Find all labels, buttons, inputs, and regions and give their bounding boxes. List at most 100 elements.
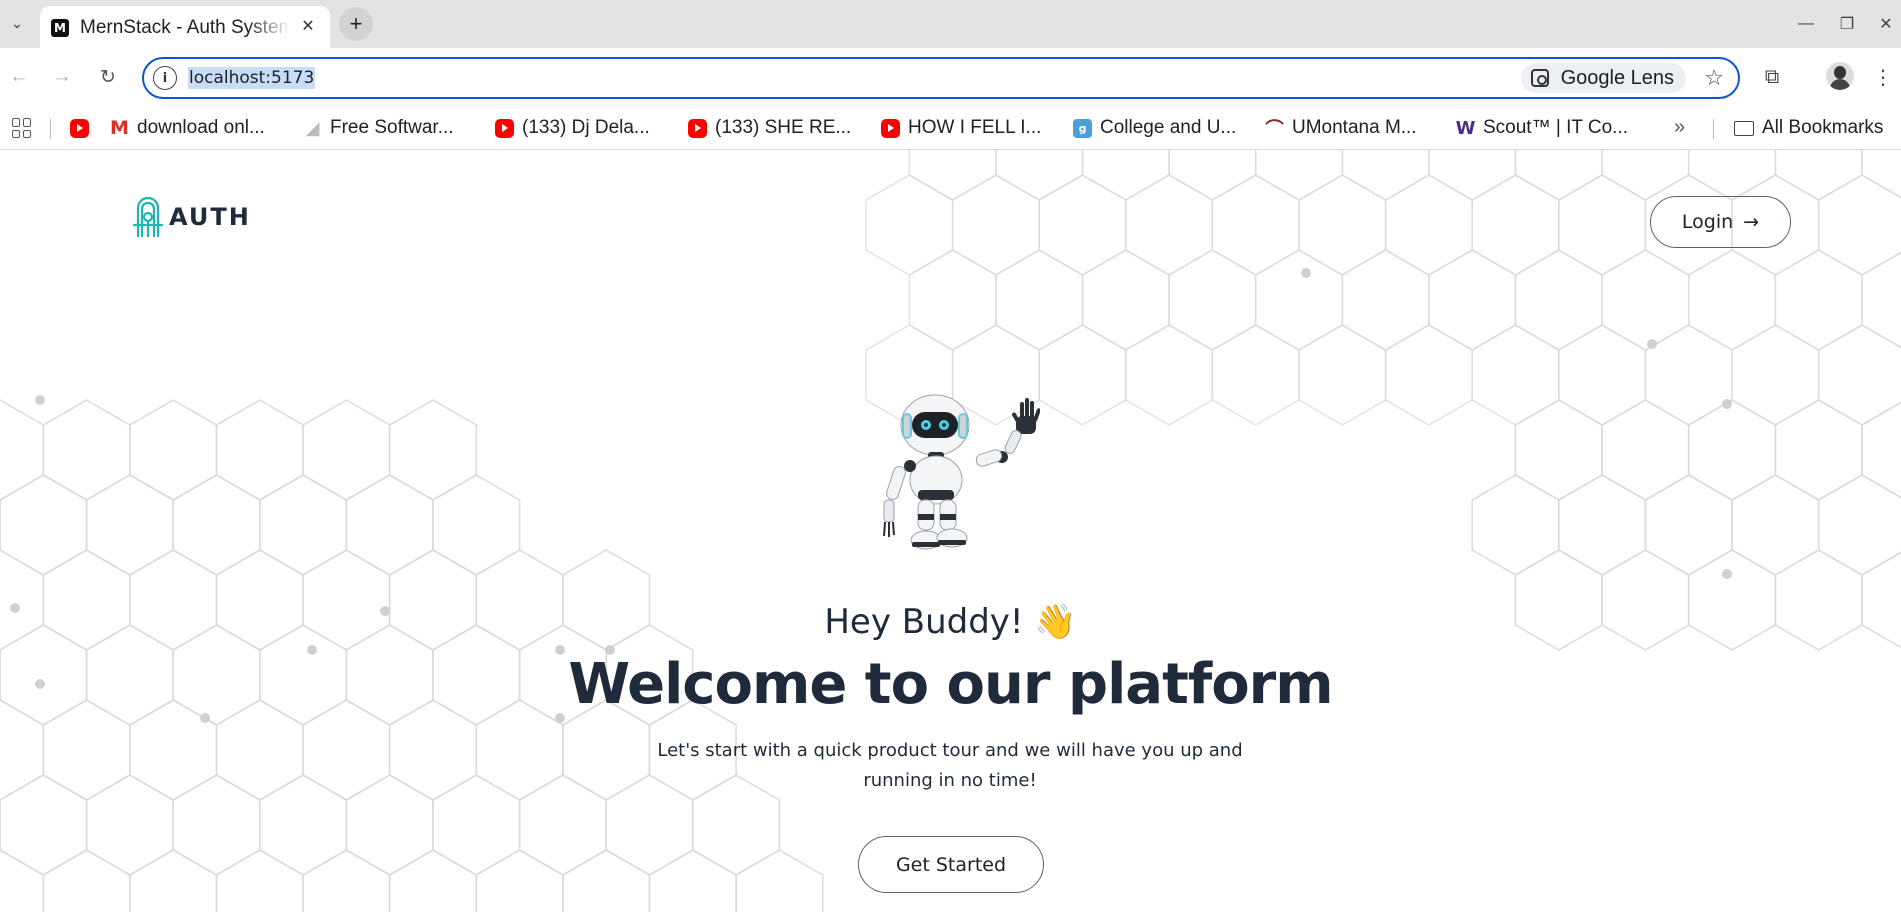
bookmark-scout[interactable]: W Scout™ | IT Co... (1456, 114, 1628, 142)
bookmark-how-i-fell[interactable]: HOW I FELL I... (881, 114, 1041, 142)
hexagon-shape (1861, 251, 1901, 349)
hexagon-shape (258, 474, 348, 576)
hexagon-shape (1254, 150, 1344, 201)
hexagon-shape (1774, 150, 1863, 201)
hexagon-shape (215, 849, 304, 912)
hexagon-shape (1687, 249, 1777, 351)
tab-title: MernStack - Auth System (80, 17, 290, 38)
hexagon-shape (1644, 324, 1733, 426)
hexagon-shape (865, 174, 954, 276)
url-text[interactable]: localhost:5173 (188, 67, 316, 89)
bookmark-free-software[interactable]: ◢ Free Softwar... (303, 114, 454, 142)
bookmark-star-icon[interactable]: ☆ (1704, 65, 1724, 91)
hexagon-shape (908, 150, 997, 201)
hexagon-shape (172, 474, 261, 576)
new-tab-button[interactable]: + (339, 7, 373, 41)
extensions-icon[interactable]: ⧉ (1757, 62, 1787, 92)
hexagon-shape (42, 399, 131, 501)
close-window-icon[interactable]: ✕ (1874, 12, 1898, 36)
more-bookmarks-chevron-icon[interactable]: » (1674, 116, 1685, 139)
fingerprint-lock-icon (133, 196, 163, 238)
hexagon-shape (1254, 249, 1344, 351)
hexagon-shape (1298, 324, 1387, 426)
hexagon-shape (1384, 324, 1473, 426)
hexagon-shape (475, 849, 564, 912)
forward-icon[interactable]: → (48, 63, 76, 91)
bookmark-she-re[interactable]: (133) SHE RE... (688, 114, 851, 142)
hero-description: Let's start with a quick product tour an… (657, 740, 1243, 791)
m-icon: M (110, 117, 129, 139)
all-bookmarks-button[interactable]: All Bookmarks (1734, 114, 1883, 142)
hexagon-shape (1774, 249, 1863, 351)
hexagon-shape (1038, 174, 1127, 276)
bookmarks-divider (1713, 119, 1714, 139)
more-menu-icon[interactable]: ⋮ (1868, 62, 1898, 92)
all-bookmarks-label: All Bookmarks (1762, 117, 1884, 138)
back-icon[interactable]: ← (5, 63, 33, 91)
google-lens-label: Google Lens (1560, 66, 1674, 89)
get-started-button[interactable]: Get Started (858, 836, 1044, 893)
apps-grid-icon[interactable] (12, 118, 32, 138)
hexagon-shape (388, 849, 478, 912)
tab-search-chevron-icon[interactable]: ⌄ (6, 12, 28, 34)
bookmark-label: Free Softwar... (330, 117, 454, 138)
tab-strip: ⌄ M MernStack - Auth System ✕ + — ❐ ✕ (0, 0, 1901, 48)
hexagon-shape (215, 399, 304, 501)
hexagon-shape (432, 774, 521, 876)
bookmarks-divider (50, 119, 51, 139)
hexagon-shape (995, 150, 1084, 201)
restore-icon[interactable]: ❐ (1835, 12, 1859, 36)
hexagon-shape (129, 849, 218, 912)
bookmark-umontana[interactable]: ⌒ UMontana M... (1265, 114, 1417, 142)
hexagon-shape (1558, 324, 1647, 426)
hexagon-shape (388, 399, 478, 501)
waving-robot-illustration (883, 394, 1040, 550)
hexagon-node (1722, 569, 1732, 579)
bookmark-download[interactable]: M download onl... (110, 114, 265, 142)
hexagon-shape (1514, 249, 1603, 351)
hexagon-shape (1125, 324, 1214, 426)
hexagon-shape (1125, 174, 1214, 276)
profile-avatar[interactable] (1826, 62, 1854, 90)
hexagon-shape (129, 399, 218, 501)
hexagon-shape (1687, 399, 1777, 501)
address-bar[interactable]: i localhost:5173 Google Lens ☆ (142, 57, 1740, 99)
hexagon-shape (1038, 324, 1127, 426)
youtube-icon (495, 118, 514, 138)
hexagon-shape (648, 849, 737, 912)
youtube-icon (881, 118, 900, 138)
hexagon-shape (1731, 324, 1820, 426)
bookmark-dj-dela[interactable]: (133) Dj Dela... (495, 114, 650, 142)
umontana-icon: ⌒ (1265, 119, 1284, 140)
hexagon-shape (1687, 150, 1777, 201)
bookmark-label: UMontana M... (1292, 117, 1417, 138)
arrow-right-icon: → (1743, 211, 1760, 233)
login-label: Login (1681, 211, 1734, 233)
hexagon-shape (345, 774, 434, 876)
page-title: Welcome to our platform (568, 652, 1333, 717)
browser-toolbar: ← → ↻ i localhost:5173 Google Lens ☆ ⧉ ⋮ (0, 48, 1901, 106)
hexagon-shape (1601, 150, 1690, 201)
folder-icon (1734, 120, 1754, 136)
google-lens-button[interactable]: Google Lens (1520, 63, 1686, 93)
hexagon-shape (1471, 474, 1560, 576)
bookmark-youtube[interactable] (70, 114, 97, 142)
close-tab-icon[interactable]: ✕ (298, 16, 318, 36)
hexagon-shape (258, 774, 348, 876)
g-icon: g (1073, 118, 1092, 138)
active-tab[interactable]: M MernStack - Auth System ✕ (40, 6, 330, 48)
reload-icon[interactable]: ↻ (94, 63, 122, 91)
bookmark-college[interactable]: g College and U... (1073, 114, 1236, 142)
hexagon-shape (1211, 174, 1300, 276)
site-info-icon[interactable]: i (153, 66, 177, 90)
hexagon-shape (1081, 150, 1170, 201)
bookmark-label: (133) Dj Dela... (522, 117, 650, 138)
hexagon-shape (1428, 249, 1517, 351)
hexagon-shape (1514, 399, 1603, 501)
auth-logo[interactable]: AUTH (133, 195, 251, 239)
minimize-icon[interactable]: — (1794, 12, 1818, 36)
login-button[interactable]: Login → (1650, 196, 1791, 248)
software-icon: ◢ (305, 117, 320, 139)
hexagon-shape (1558, 474, 1647, 576)
hexagon-shape (1644, 474, 1733, 576)
